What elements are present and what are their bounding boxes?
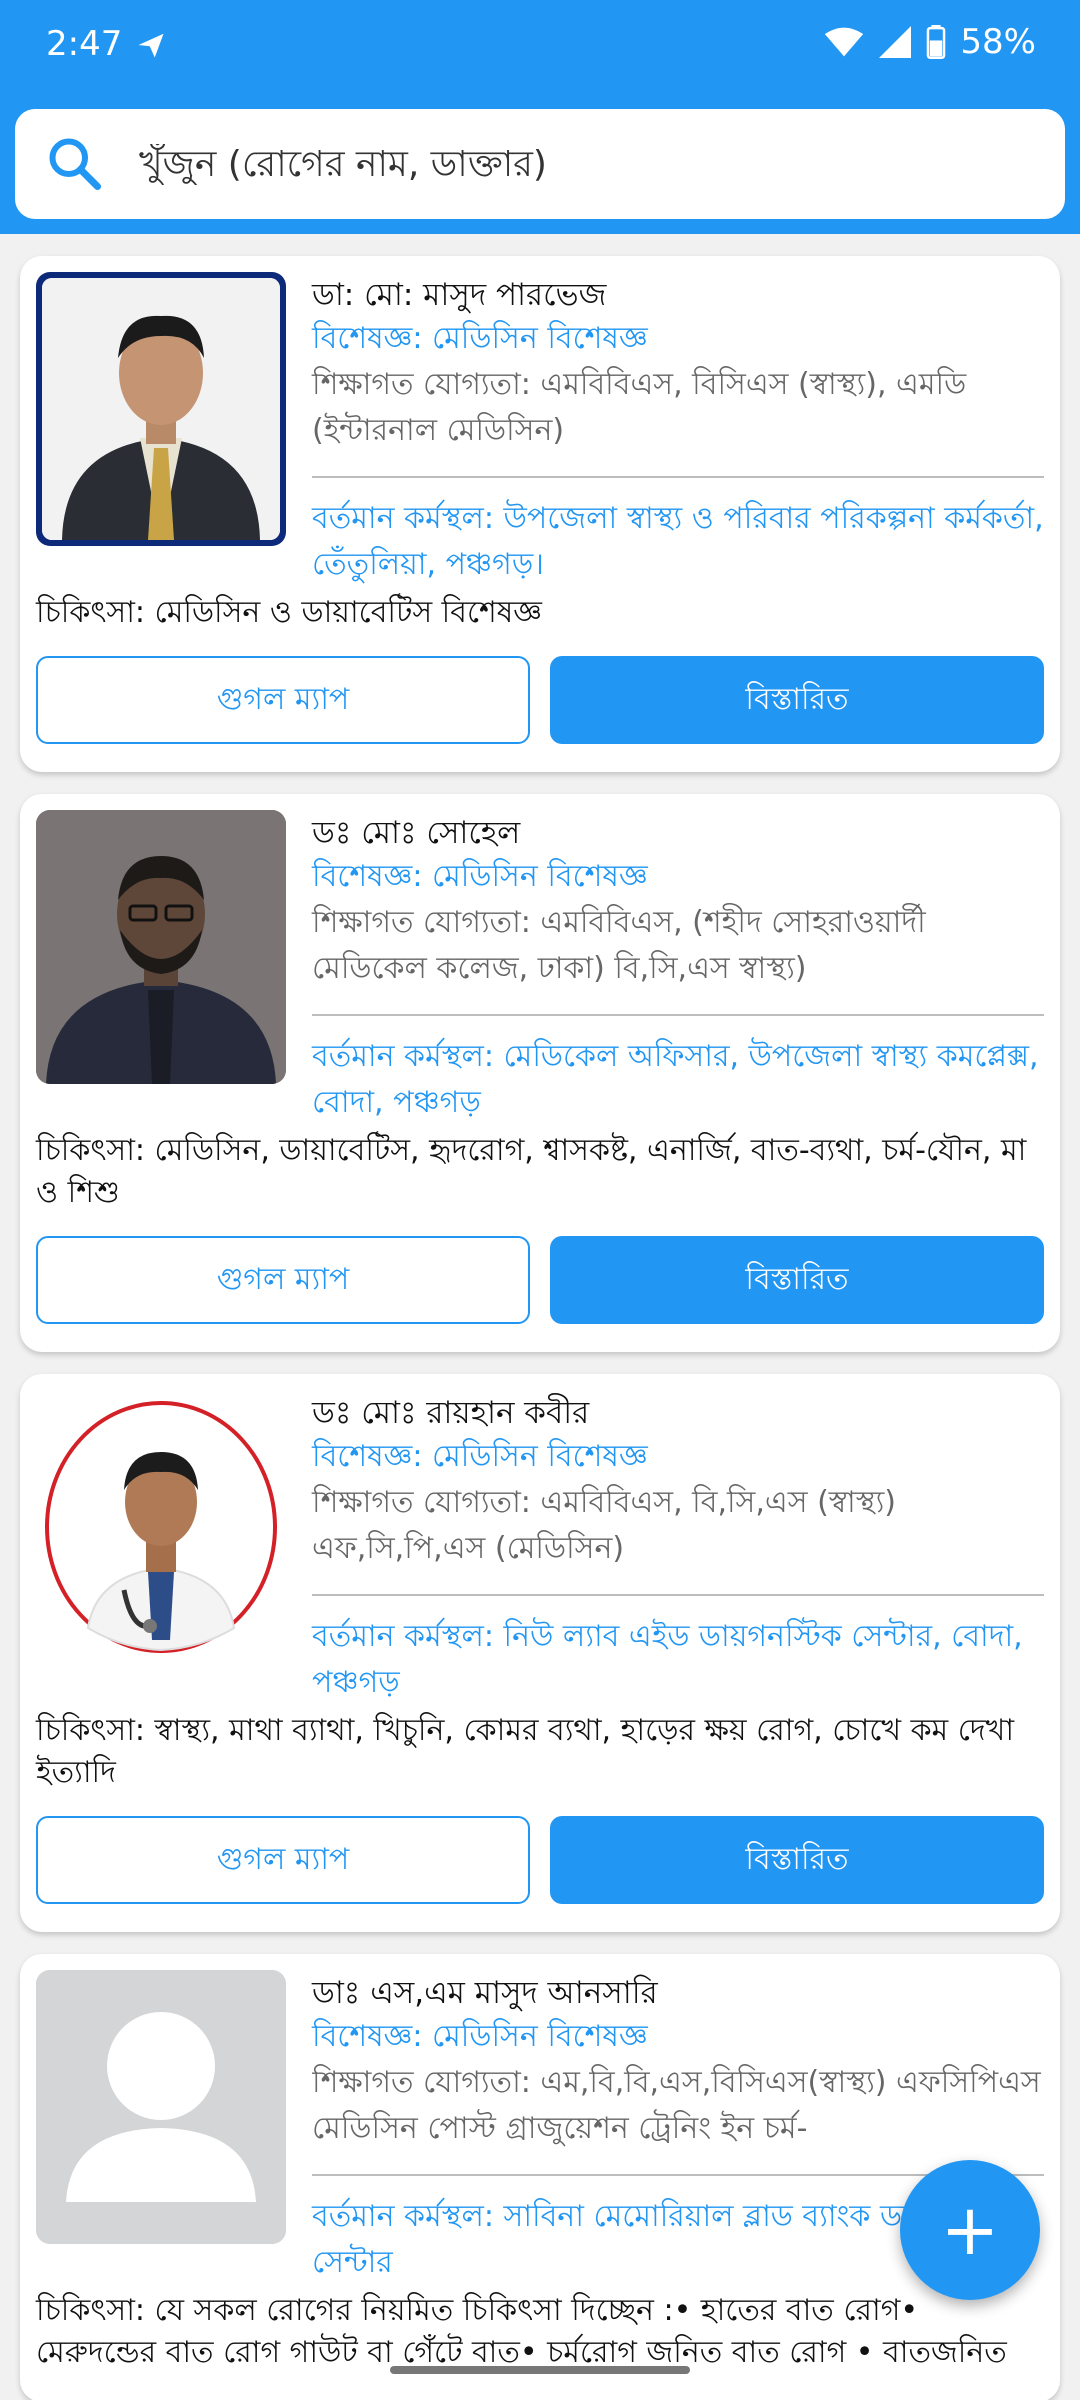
- doctor-treatment: চিকিৎসা: যে সকল রোগের নিয়মিত চিকিৎসা দি…: [36, 2293, 1007, 2370]
- avatar-placeholder-icon: [36, 1970, 286, 2244]
- search-icon[interactable]: [45, 134, 105, 194]
- doctor-card: ডাঃ এস,এম মাসুদ আনসারি বিশেষজ্ঞ: মেডিসিন…: [20, 1954, 1060, 2400]
- doctor-treatment: চিকিৎসা: মেডিসিন ও ডায়াবেটিস বিশেষজ্ঞ: [36, 595, 543, 630]
- doctor-photo: [36, 272, 286, 546]
- divider: [312, 476, 1044, 478]
- doctor-treatment: চিকিৎসা: স্বাস্থ্য, মাথা ব্যাথা, খিচুনি,…: [36, 1713, 1015, 1790]
- doctor-specialty: বিশেষজ্ঞ: মেডিসিন বিশেষজ্ঞ: [312, 2019, 648, 2054]
- search-header: [0, 92, 1080, 234]
- doctor-education: শিক্ষাগত যোগ্যতা: এম,বি,বি,এস,বিসিএস(স্ব…: [312, 2065, 1041, 2146]
- doctor-card: ডঃ মোঃ সোহেল বিশেষজ্ঞ: মেডিসিন বিশেষজ্ঞ …: [20, 794, 1060, 1352]
- plus-icon: +: [940, 2189, 1000, 2271]
- details-button[interactable]: বিস্তারিত: [550, 1236, 1044, 1324]
- doctor-name: ডঃ মোঃ সোহেল: [312, 815, 521, 851]
- doctor-specialty: বিশেষজ্ঞ: মেডিসিন বিশেষজ্ঞ: [312, 1439, 648, 1474]
- details-button[interactable]: বিস্তারিত: [550, 656, 1044, 744]
- doctor-education: শিক্ষাগত যোগ্যতা: এমবিবিএস, বিসিএস (স্বা…: [312, 367, 967, 448]
- doctor-workplace: বর্তমান কর্মস্থল: উপজেলা স্বাস্থ্য ও পরি…: [312, 501, 1044, 582]
- signal-icon: [879, 26, 912, 58]
- doctor-workplace: বর্তমান কর্মস্থল: মেডিকেল অফিসার, উপজেলা…: [312, 1039, 1039, 1120]
- battery-percent: 58%: [960, 22, 1036, 62]
- divider: [312, 1014, 1044, 1016]
- details-button[interactable]: বিস্তারিত: [550, 1816, 1044, 1904]
- doctor-name: ডাঃ এস,এম মাসুদ আনসারি: [312, 1975, 658, 2011]
- google-map-button[interactable]: গুগল ম্যাপ: [36, 1816, 530, 1904]
- wifi-icon: [825, 27, 864, 57]
- status-time: 2:47: [46, 24, 123, 64]
- doctor-list[interactable]: ডা: মো: মাসুদ পারভেজ বিশেষজ্ঞ: মেডিসিন ব…: [0, 234, 1080, 2400]
- doctor-photo: [36, 810, 286, 1084]
- doctor-specialty: বিশেষজ্ঞ: মেডিসিন বিশেষজ্ঞ: [312, 859, 648, 894]
- doctor-name: ডা: মো: মাসুদ পারভেজ: [312, 277, 607, 313]
- status-bar: 2:47 58%: [0, 0, 1080, 92]
- doctor-card: ডা: মো: মাসুদ পারভেজ বিশেষজ্ঞ: মেডিসিন ব…: [20, 256, 1060, 772]
- status-indicators: 58%: [824, 22, 1036, 62]
- doctor-card: ডঃ মোঃ রায়হান কবীর বিশেষজ্ঞ: মেডিসিন বি…: [20, 1374, 1060, 1932]
- divider: [312, 1594, 1044, 1596]
- search-bar[interactable]: [15, 109, 1065, 219]
- doctor-workplace: বর্তমান কর্মস্থল: নিউ ল্যাব এইড ডায়গনস্…: [312, 1619, 1023, 1700]
- google-map-button[interactable]: গুগল ম্যাপ: [36, 1236, 530, 1324]
- google-map-button[interactable]: গুগল ম্যাপ: [36, 656, 530, 744]
- send-icon: [138, 33, 164, 58]
- doctor-treatment: চিকিৎসা: মেডিসিন, ডায়াবেটিস, হৃদরোগ, শ্…: [36, 1133, 1027, 1210]
- doctor-education: শিক্ষাগত যোগ্যতা: এমবিবিএস, (শহীদ সোহরাও…: [312, 905, 926, 986]
- battery-icon: [927, 25, 946, 59]
- search-input[interactable]: [139, 143, 1039, 185]
- doctor-education: শিক্ষাগত যোগ্যতা: এমবিবিএস, বি,সি,এস (স্…: [312, 1485, 897, 1566]
- doctor-name: ডঃ মোঃ রায়হান কবীর: [312, 1395, 590, 1431]
- add-fab-button[interactable]: +: [900, 2160, 1040, 2300]
- home-indicator[interactable]: [390, 2366, 690, 2374]
- doctor-specialty: বিশেষজ্ঞ: মেডিসিন বিশেষজ্ঞ: [312, 321, 648, 356]
- doctor-photo: [36, 1390, 286, 1664]
